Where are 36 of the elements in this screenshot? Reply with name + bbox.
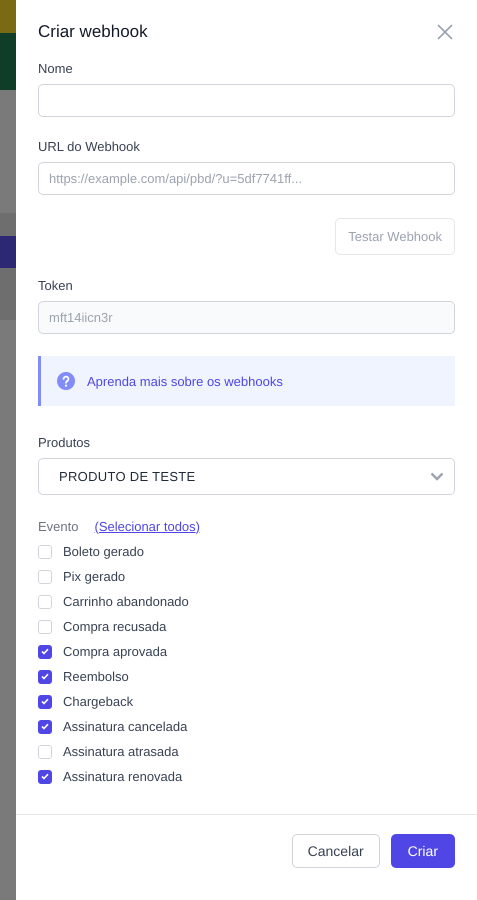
close-icon[interactable] (437, 24, 453, 40)
field-label: URL do Webhook (38, 139, 141, 155)
input-field[interactable]: https://example.com/api/pbd/?u=5df7741ff... (38, 162, 455, 195)
checkbox-label: Assinatura cancelada (63, 719, 188, 734)
checkbox-label: Chargeback (63, 694, 134, 709)
select-all-link[interactable]: (Selecionar todos) (94, 518, 200, 534)
checkbox-label: Compra aprovada (63, 644, 168, 659)
checkbox-label: Assinatura atrasada (63, 744, 179, 759)
field-label: Token (38, 278, 74, 294)
checkmark-icon (41, 773, 49, 780)
checkmark-icon (41, 673, 49, 680)
checkmark-icon (41, 648, 49, 655)
checkbox[interactable] (38, 694, 52, 708)
checkbox-label: Compra recusada (63, 619, 166, 634)
checkbox-label: Assinatura renovada (63, 769, 182, 784)
checkbox-label: Boleto gerado (63, 544, 144, 559)
checkbox-label: Pix gerado (63, 569, 126, 584)
input-field[interactable] (38, 84, 455, 117)
field-label: Nome (38, 61, 74, 77)
cancel-button[interactable]: Cancelar (292, 834, 380, 868)
checkbox[interactable] (38, 770, 52, 784)
create-button[interactable]: Criar (390, 834, 455, 868)
checkbox-label: Reembolso (63, 669, 129, 684)
checkmark-icon (41, 723, 49, 730)
checkbox[interactable] (38, 720, 52, 734)
product-select[interactable]: PRODUTO DE TESTE (38, 458, 455, 495)
checkbox-label: Carrinho abandonado (63, 594, 189, 609)
checkbox[interactable] (38, 670, 52, 684)
field-label: Produtos (38, 435, 92, 451)
chevron-down-icon (430, 472, 444, 481)
info-link[interactable]: Aprenda mais sobre os webhooks (87, 374, 283, 388)
checkbox[interactable] (38, 644, 52, 658)
help-icon (57, 372, 75, 390)
dialog-title: Criar webhook (38, 22, 148, 42)
field-label: Evento (38, 518, 78, 534)
checkmark-icon (41, 698, 49, 705)
